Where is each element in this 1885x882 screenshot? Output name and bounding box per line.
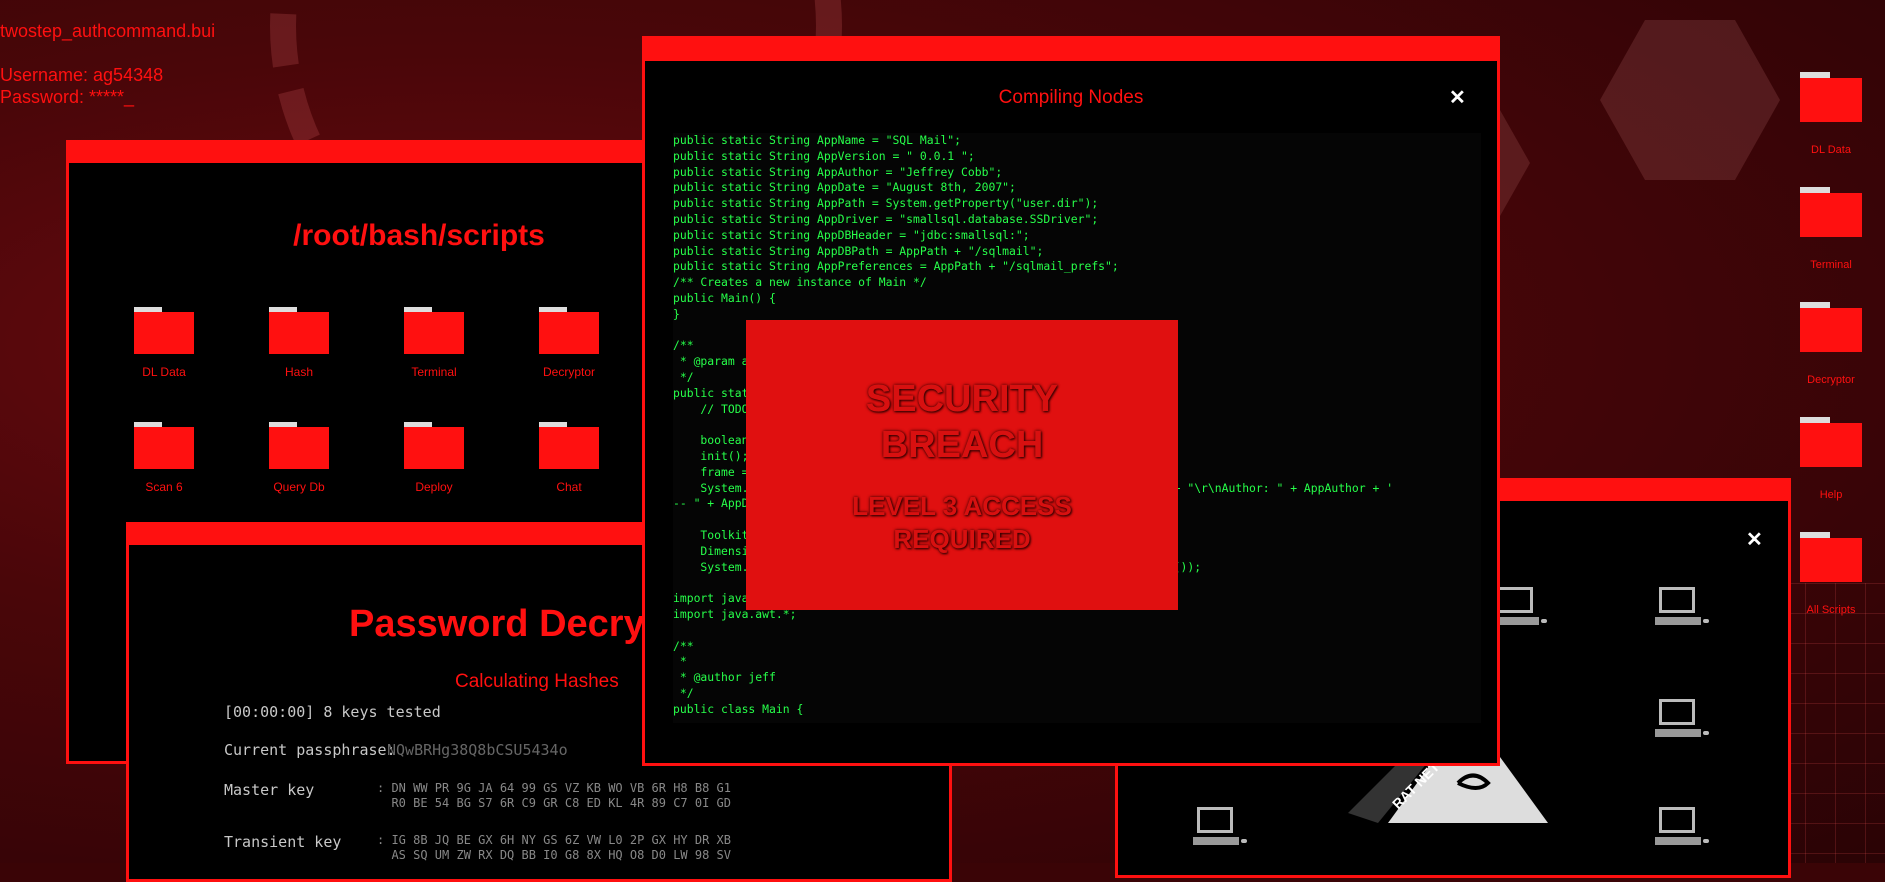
computer-icon[interactable] bbox=[1655, 699, 1709, 745]
dock-label: DL Data bbox=[1811, 144, 1851, 156]
folder-label: Query Db bbox=[273, 480, 325, 494]
breach-line-4: REQUIRED bbox=[893, 524, 1031, 554]
dock-item-decryptor[interactable]: Decryptor bbox=[1796, 302, 1866, 386]
folder-label: Hash bbox=[284, 365, 313, 379]
password-window-subtitle: Calculating Hashes bbox=[455, 671, 619, 692]
dock-item-all-scripts[interactable]: All Scripts bbox=[1796, 532, 1866, 616]
folder-icon bbox=[539, 422, 599, 470]
current-passphrase-label: Current passphrase: bbox=[224, 741, 396, 759]
master-key-line-2: R0 BE 54 BG S7 6R C9 GR C8 ED KL 4R 89 C… bbox=[377, 796, 732, 810]
folder-label: Chat bbox=[556, 480, 582, 494]
background-hexagon bbox=[1600, 20, 1780, 180]
master-key-value: : DN WW PR 9G JA 64 99 GS VZ KB WO VB 6R… bbox=[377, 781, 731, 811]
folder-icon bbox=[404, 422, 464, 470]
current-passphrase-value: NQwBRHg38Q8bCSU5434o bbox=[387, 741, 568, 759]
folder-icon bbox=[539, 307, 599, 355]
compile-window-titlebar[interactable] bbox=[645, 39, 1497, 61]
folder-icon bbox=[1800, 72, 1862, 124]
folder-icon bbox=[1800, 417, 1862, 469]
dock-item-dl-data[interactable]: DL Data bbox=[1796, 72, 1866, 156]
folder-icon bbox=[404, 307, 464, 355]
dock-label: Terminal bbox=[1810, 259, 1852, 271]
folder-icon bbox=[134, 422, 194, 470]
dock-label: Decryptor bbox=[1807, 374, 1855, 386]
folder-label: Scan 6 bbox=[145, 480, 183, 494]
folder-icon bbox=[269, 307, 329, 355]
keys-tested-line: [00:00:00] 8 keys tested bbox=[224, 703, 441, 721]
transient-key-label: Transient key bbox=[224, 833, 342, 851]
breach-line-1: SECURITY bbox=[865, 378, 1059, 420]
folder-label: Decryptor bbox=[542, 365, 595, 379]
login-panel: twostep_authcommand.bui Username: ag5434… bbox=[0, 20, 215, 108]
breach-line-2: BREACH bbox=[880, 424, 1044, 466]
folder-label: Deploy bbox=[415, 480, 453, 494]
dock-item-help[interactable]: Help bbox=[1796, 417, 1866, 501]
transient-key-line-1: : IG 8B JQ BE GX 6H NY GS 6Z VW L0 2P GX… bbox=[377, 833, 732, 847]
folder-icon bbox=[1800, 302, 1862, 354]
computer-icon[interactable] bbox=[1655, 807, 1709, 853]
folder-icon bbox=[269, 422, 329, 470]
folder-hash[interactable]: Hash bbox=[249, 307, 349, 379]
folder-icon bbox=[1800, 532, 1862, 584]
dock-label: Help bbox=[1819, 489, 1843, 501]
network-window-close-icon[interactable]: ✕ bbox=[1746, 527, 1763, 552]
dock-label: All Scripts bbox=[1806, 604, 1856, 616]
transient-key-value: : IG 8B JQ BE GX 6H NY GS 6Z VW L0 2P GX… bbox=[377, 833, 731, 863]
folder-scan-6[interactable]: Scan 6 bbox=[114, 422, 214, 494]
folder-deploy[interactable]: Deploy bbox=[384, 422, 484, 494]
computer-icon[interactable] bbox=[1655, 587, 1709, 633]
master-key-line-1: : DN WW PR 9G JA 64 99 GS VZ KB WO VB 6R… bbox=[377, 781, 732, 795]
folder-icon bbox=[1800, 187, 1862, 239]
computer-icon[interactable] bbox=[1193, 807, 1247, 853]
folder-label: Terminal bbox=[411, 365, 457, 379]
master-key-label: Master key bbox=[224, 781, 315, 799]
dock-item-terminal[interactable]: Terminal bbox=[1796, 187, 1866, 271]
transient-key-line-2: AS SQ UM ZW RX DQ BB I0 G8 8X HQ O8 D0 L… bbox=[377, 848, 732, 862]
breach-subheading: LEVEL 3 ACCESS REQUIRED bbox=[746, 490, 1178, 556]
security-breach-alert: SECURITY BREACH LEVEL 3 ACCESS REQUIRED bbox=[746, 320, 1178, 610]
folder-query-db[interactable]: Query Db bbox=[249, 422, 349, 494]
folder-dl-data[interactable]: DL Data bbox=[114, 307, 214, 379]
folder-icon bbox=[134, 307, 194, 355]
folder-terminal[interactable]: Terminal bbox=[384, 307, 484, 379]
username-text: Username: ag54348 bbox=[0, 65, 164, 85]
breach-line-3: LEVEL 3 ACCESS bbox=[852, 491, 1072, 521]
scripts-window-titlebar[interactable] bbox=[69, 143, 663, 163]
breach-heading: SECURITY BREACH bbox=[746, 376, 1178, 468]
auth-filename: twostep_authcommand.bui bbox=[0, 21, 216, 41]
compile-window-close-icon[interactable]: ✕ bbox=[1449, 85, 1466, 110]
folder-label: DL Data bbox=[142, 365, 186, 379]
folder-decryptor[interactable]: Decryptor bbox=[519, 307, 619, 379]
folder-chat[interactable]: Chat bbox=[519, 422, 619, 494]
compile-window-header: Compiling Nodes bbox=[998, 87, 1144, 108]
password-text: Password: *****_ bbox=[0, 87, 135, 107]
